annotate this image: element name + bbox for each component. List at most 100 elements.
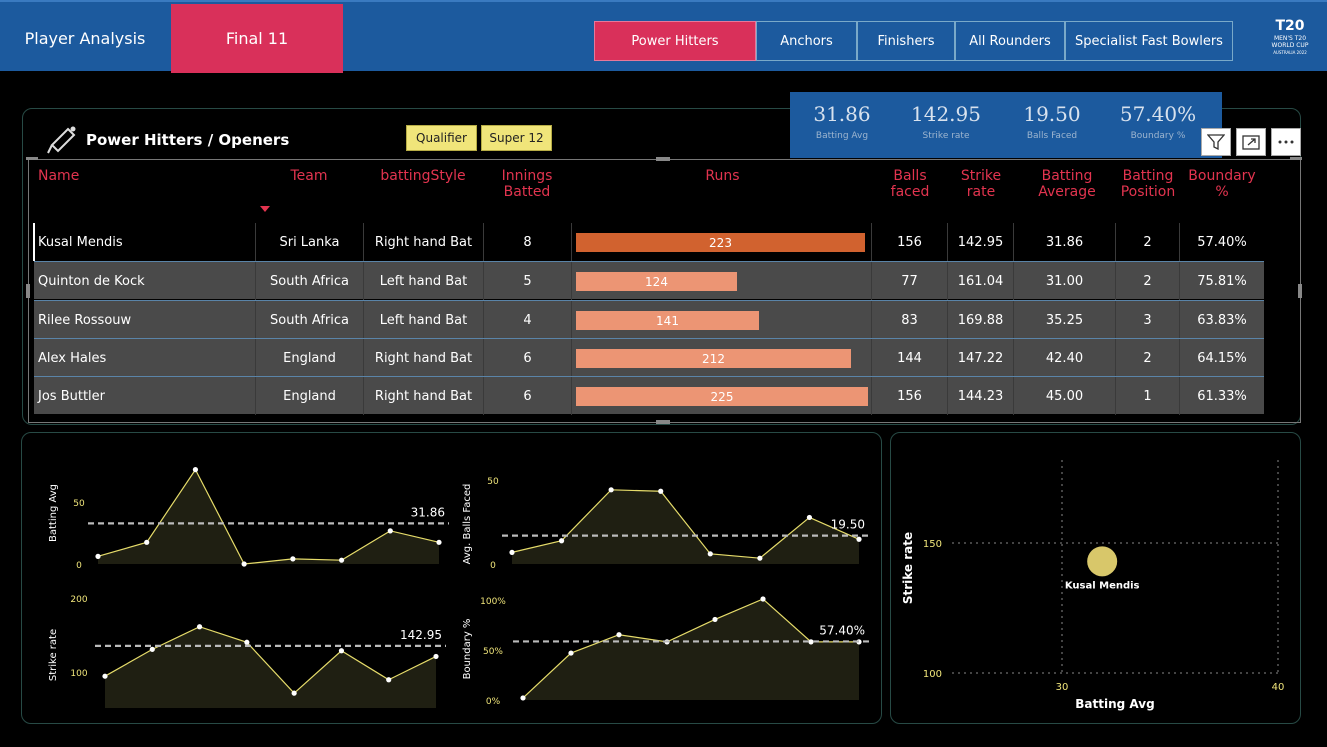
y-tick-label: 50 (487, 477, 499, 487)
y-tick-label: 0 (490, 561, 496, 571)
row-selection-marker (33, 223, 35, 261)
cell-strike-rate: 147.22 (948, 339, 1014, 377)
cell-innings: 4 (484, 301, 572, 339)
area-fill (98, 469, 439, 564)
trend-charts-svg: 31.86 50 0 Batting Avg 19.50 50 0 Avg. Balls Fa… (48, 467, 869, 708)
cell-batting-position: 2 (1116, 339, 1180, 377)
data-point (244, 639, 250, 645)
resize-handle[interactable] (656, 157, 670, 161)
header-runs[interactable]: Runs (580, 168, 865, 184)
cell-batting-style: Left hand Bat (364, 262, 484, 300)
cell-batting-average: 42.40 (1014, 339, 1116, 377)
focus-mode-icon[interactable] (1236, 128, 1266, 156)
table-row[interactable]: Jos Buttler England Right hand Bat 6 225… (34, 376, 1264, 415)
cell-batting-average: 31.86 (1014, 223, 1116, 261)
y-tick-label: 100 (70, 669, 87, 679)
y-tick-label: 100 (923, 669, 942, 680)
cricket-bat-icon (46, 125, 78, 155)
resize-handle[interactable] (1298, 284, 1302, 298)
slicer-qualifier[interactable]: Qualifier (406, 125, 477, 151)
final-11-tab[interactable]: Final 11 (171, 4, 343, 73)
bubble-label: Kusal Mendis (1065, 580, 1140, 591)
data-point (338, 648, 345, 654)
cell-team: South Africa (256, 262, 364, 300)
nav-anchors[interactable]: Anchors (756, 21, 857, 61)
table-row[interactable]: Quinton de Kock South Africa Left hand B… (34, 261, 1264, 300)
more-options-icon[interactable] (1271, 128, 1301, 156)
cell-strike-rate: 161.04 (948, 262, 1014, 300)
cell-innings: 6 (484, 339, 572, 377)
header-innings-batted[interactable]: Innings Batted (490, 168, 564, 200)
table-row[interactable]: Kusal Mendis Sri Lanka Right hand Bat 8 … (34, 223, 1264, 261)
runs-bar: 223 (576, 233, 865, 252)
header-batting-style[interactable]: battingStyle (370, 168, 476, 184)
cell-team: South Africa (256, 301, 364, 339)
resize-handle[interactable] (26, 157, 38, 160)
cell-batting-style: Right hand Bat (364, 377, 484, 415)
player-analysis-tab[interactable]: Player Analysis (0, 4, 170, 73)
cell-runs: 223 (572, 223, 872, 261)
data-point (144, 539, 150, 545)
filter-icon[interactable] (1201, 128, 1231, 156)
y-axis-label: Strike rate (48, 629, 59, 681)
cell-balls-faced: 77 (872, 262, 948, 300)
data-point (558, 538, 565, 544)
bubble (1087, 546, 1118, 577)
resize-handle[interactable] (26, 284, 30, 298)
nav-power-hitters[interactable]: Power Hitters (594, 21, 756, 61)
kpi-balls-faced: 19.50 Balls Faced (1023, 102, 1081, 141)
area-chart-3: 142.95 200 100 Strike rate (48, 595, 446, 708)
runs-bar: 141 (576, 311, 759, 330)
category-nav: Power Hitters Anchors Finishers All Roun… (594, 21, 1233, 61)
data-point (338, 557, 345, 563)
cell-boundary-pct: 64.15% (1197, 350, 1247, 366)
data-point (658, 488, 664, 494)
cell-innings: 6 (484, 377, 572, 415)
nav-finishers[interactable]: Finishers (857, 21, 955, 61)
resize-handle[interactable] (1290, 157, 1302, 160)
average-label: 57.40% (819, 623, 865, 637)
cell-batting-average: 45.00 (1014, 377, 1116, 415)
cell-boundary-pct: 75.81% (1197, 273, 1247, 289)
svg-text:AUSTRALIA 2022: AUSTRALIA 2022 (1273, 50, 1307, 55)
y-tick-label: 0 (76, 561, 82, 571)
header-batting-position[interactable]: Batting Position (1116, 168, 1180, 200)
runs-bar: 212 (576, 349, 851, 368)
sort-descending-icon[interactable] (260, 206, 270, 212)
table-row[interactable]: Rilee Rossouw South Africa Left hand Bat… (34, 300, 1264, 339)
cell-innings: 5 (484, 262, 572, 300)
cell-balls-faced: 156 (872, 223, 948, 261)
area-chart-2: 19.50 50 0 Avg. Balls Faced (462, 477, 869, 571)
svg-text:WORLD CUP: WORLD CUP (1272, 42, 1309, 49)
scatter-chart: 30 40 150 100 Batting Avg Strike rate Kusal Me… (901, 460, 1284, 711)
resize-handle[interactable] (656, 420, 670, 424)
y-tick-label: 200 (70, 595, 87, 605)
header-boundary-pct[interactable]: Boundary % (1180, 168, 1264, 200)
header-name[interactable]: Name (38, 168, 79, 184)
y-axis-label: Avg. Balls Faced (462, 484, 473, 565)
header-team[interactable]: Team (270, 168, 348, 184)
slicer-super-12[interactable]: Super 12 (481, 125, 552, 151)
nav-specialist-fast-bowlers[interactable]: Specialist Fast Bowlers (1065, 21, 1233, 61)
header-strike-rate[interactable]: Strike rate (951, 168, 1011, 200)
header-batting-average[interactable]: Batting Average (1026, 168, 1108, 200)
cell-strike-rate: 169.88 (948, 301, 1014, 339)
cell-strike-rate: 144.23 (948, 377, 1014, 415)
cell-boundary-pct: 57.40% (1197, 234, 1247, 250)
kpi-strike-rate: 142.95 Strike rate (911, 102, 981, 141)
cell-batting-position: 3 (1116, 301, 1180, 339)
svg-text:T20: T20 (1275, 18, 1304, 34)
panel-title: Power Hitters / Openers (86, 131, 290, 149)
top-bar: Player Analysis Final 11 Power Hitters A… (0, 0, 1327, 73)
header-balls-faced[interactable]: Balls faced (880, 168, 940, 200)
y-tick-label: 50% (483, 647, 503, 657)
table-row[interactable]: Alex Hales England Right hand Bat 6 212 … (34, 338, 1264, 377)
kpi-boundary-pct: 57.40% Boundary % (1119, 102, 1197, 141)
nav-all-rounders[interactable]: All Rounders (955, 21, 1065, 61)
data-point (509, 549, 515, 555)
kpi-band: 31.86 Batting Avg 142.95 Strike rate 19.50… (790, 92, 1222, 158)
average-label: 19.50 (831, 518, 865, 532)
data-point (290, 556, 296, 562)
cell-name: Kusal Mendis (38, 223, 256, 261)
cell-team: Sri Lanka (256, 223, 364, 261)
